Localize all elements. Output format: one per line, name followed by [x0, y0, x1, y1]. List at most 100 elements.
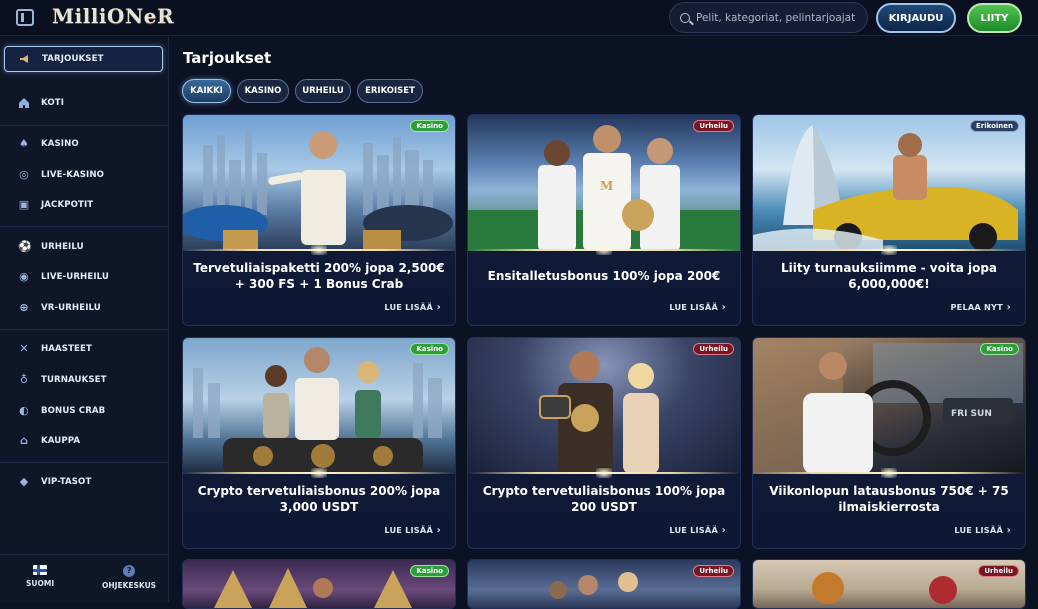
sidebar-item-kauppa[interactable]: ⌂ KAUPPA	[4, 428, 163, 454]
sidebar-item-tarjoukset[interactable]: TARJOUKSET	[4, 46, 163, 72]
sidebar-item-vr-urheilu[interactable]: ⊕ VR-URHEILU	[4, 295, 163, 321]
join-button[interactable]: LIITY	[967, 3, 1022, 33]
sidebar-item-label: VR-URHEILU	[41, 303, 101, 313]
login-button[interactable]: KIRJAUDU	[876, 3, 956, 33]
read-more-link[interactable]: LUE LISÄÄ	[954, 525, 1011, 536]
divider-glow	[596, 468, 612, 478]
filter-erikoiset[interactable]: ERIKOISET	[357, 79, 423, 103]
sidebar-item-turnaukset[interactable]: ♁ TURNAUKSET	[4, 367, 163, 393]
sidebar-item-label: HAASTEET	[41, 344, 92, 354]
promo-title: Crypto tervetuliaisbonus 200% jopa 3,000…	[197, 484, 441, 514]
category-badge: Erikoinen	[969, 120, 1019, 132]
category-badge: Kasino	[980, 343, 1019, 355]
sidebar-item-label: TURNAUKSET	[41, 375, 107, 385]
logo[interactable]: MilliONeR	[52, 4, 174, 28]
read-more-link[interactable]: LUE LISÄÄ	[384, 302, 441, 313]
divider	[0, 462, 168, 463]
promo-card[interactable]: Kasino Crypto tervetuliaisbonus 200% jop…	[182, 337, 456, 549]
top-bar: MilliONeR KIRJAUDU LIITY	[0, 0, 1038, 36]
help-label: OHJEKESKUS	[102, 581, 157, 590]
sidebar-item-label: KASINO	[41, 139, 79, 149]
sidebar-footer: SUOMI ? OHJEKESKUS	[0, 554, 168, 602]
divider-glow	[881, 245, 897, 255]
category-badge: Urheilu	[978, 565, 1019, 577]
sidebar-item-live-kasino[interactable]: ◎ LIVE-KASINO	[4, 162, 163, 188]
promo-image	[183, 115, 455, 251]
read-more-link[interactable]: LUE LISÄÄ	[669, 525, 726, 536]
sidebar-item-label: TARJOUKSET	[42, 54, 104, 64]
svg-text:M: M	[600, 179, 613, 193]
language-selector[interactable]: SUOMI	[26, 565, 54, 588]
sidebar-item-vip-tasot[interactable]: ◆ VIP-TASOT	[4, 469, 163, 495]
globe-icon: ⊕	[19, 301, 29, 314]
page-title: Tarjoukset	[183, 49, 272, 67]
sidebar-item-label: URHEILU	[41, 242, 84, 252]
play-now-link[interactable]: PELAA NYT	[950, 302, 1011, 313]
sidebar-item-label: JACKPOTIT	[41, 200, 94, 210]
promo-image: M	[468, 115, 740, 251]
search-box[interactable]	[669, 2, 868, 33]
megaphone-icon	[19, 53, 31, 65]
category-badge: Urheilu	[693, 565, 734, 577]
divider-glow	[311, 468, 327, 478]
sidebar-item-label: KOTI	[41, 98, 65, 108]
crab-icon: ◐	[19, 404, 29, 417]
category-badge: Kasino	[410, 565, 449, 577]
category-badge: Kasino	[410, 343, 449, 355]
promo-title: Viikonlopun latausbonus 750€ + 75 ilmais…	[769, 484, 1009, 514]
divider	[0, 226, 168, 227]
promo-image	[753, 115, 1025, 251]
chip-icon: ◎	[19, 168, 29, 181]
promo-card[interactable]: Urheilu Crypto tervetuliaisbonus 100% jo…	[467, 337, 741, 549]
divider-glow	[311, 245, 327, 255]
finland-flag-icon	[33, 565, 48, 575]
diamond-icon: ◆	[19, 475, 29, 488]
read-more-link[interactable]: LUE LISÄÄ	[669, 302, 726, 313]
sidebar-item-jackpotit[interactable]: ▣ JACKPOTIT	[4, 192, 163, 218]
divider-glow	[881, 468, 897, 478]
category-badge: Urheilu	[693, 343, 734, 355]
swords-icon: ✕	[19, 342, 29, 355]
promo-card[interactable]: Erikoinen Liity turnauksiimme - voita jo…	[752, 114, 1026, 326]
divider	[0, 329, 168, 330]
sidebar-item-label: LIVE-KASINO	[41, 170, 105, 180]
promo-image	[183, 338, 455, 474]
divider-glow	[596, 245, 612, 255]
language-label: SUOMI	[26, 579, 55, 588]
promo-card[interactable]: FRI SUN Kasino Viikonlopun latausbonus 7…	[752, 337, 1026, 549]
filter-urheilu[interactable]: URHEILU	[295, 79, 351, 103]
read-more-link[interactable]: LUE LISÄÄ	[384, 525, 441, 536]
svg-text:FRI SUN: FRI SUN	[951, 409, 992, 419]
sidebar-item-bonus-crab[interactable]: ◐ BONUS CRAB	[4, 398, 163, 424]
spade-icon: ♠	[19, 137, 29, 150]
sidebar-item-live-urheilu[interactable]: ◉ LIVE-URHEILU	[4, 264, 163, 290]
promo-title: Tervetuliaispaketti 200% jopa 2,500€ + 3…	[193, 261, 445, 291]
search-input[interactable]	[696, 11, 866, 24]
medal-icon: ♁	[19, 373, 29, 386]
promo-title: Liity turnauksiimme - voita jopa 6,000,0…	[780, 261, 998, 291]
sidebar-item-label: LIVE-URHEILU	[41, 272, 109, 282]
sidebar-item-label: BONUS CRAB	[41, 406, 106, 416]
sidebar-item-label: KAUPPA	[41, 436, 81, 446]
main-content: Tarjoukset KAIKKI KASINO URHEILU ERIKOIS…	[170, 37, 1038, 609]
sidebar-toggle-icon[interactable]	[16, 9, 34, 26]
basket-icon: ⌂	[20, 434, 28, 447]
filter-kasino[interactable]: KASINO	[237, 79, 289, 103]
promo-card[interactable]: Kasino Tervetuliaispaketti 200% jopa 2,5…	[182, 114, 456, 326]
divider	[0, 125, 168, 126]
sidebar-item-haasteet[interactable]: ✕ HAASTEET	[4, 336, 163, 362]
sidebar-item-label: VIP-TASOT	[41, 477, 92, 487]
help-icon: ?	[123, 565, 136, 577]
sidebar-item-urheilu[interactable]: ⚽ URHEILU	[4, 234, 163, 260]
promo-title: Crypto tervetuliaisbonus 100% jopa 200 U…	[482, 484, 726, 514]
sidebar-item-koti[interactable]: KOTI	[4, 90, 163, 116]
ball-icon: ⚽	[18, 240, 32, 253]
filter-kaikki[interactable]: KAIKKI	[182, 79, 231, 103]
promo-card[interactable]: M Urheilu Ensitalletusbonus 100% jopa 20…	[467, 114, 741, 326]
sidebar: TARJOUKSET KOTI ♠ KASINO ◎ LIVE-KASINO ▣…	[0, 37, 169, 602]
category-badge: Urheilu	[693, 120, 734, 132]
slot-icon: ▣	[18, 198, 30, 211]
sidebar-item-kasino[interactable]: ♠ KASINO	[4, 131, 163, 157]
home-icon	[18, 97, 30, 109]
help-center-link[interactable]: ? OHJEKESKUS	[102, 565, 156, 590]
